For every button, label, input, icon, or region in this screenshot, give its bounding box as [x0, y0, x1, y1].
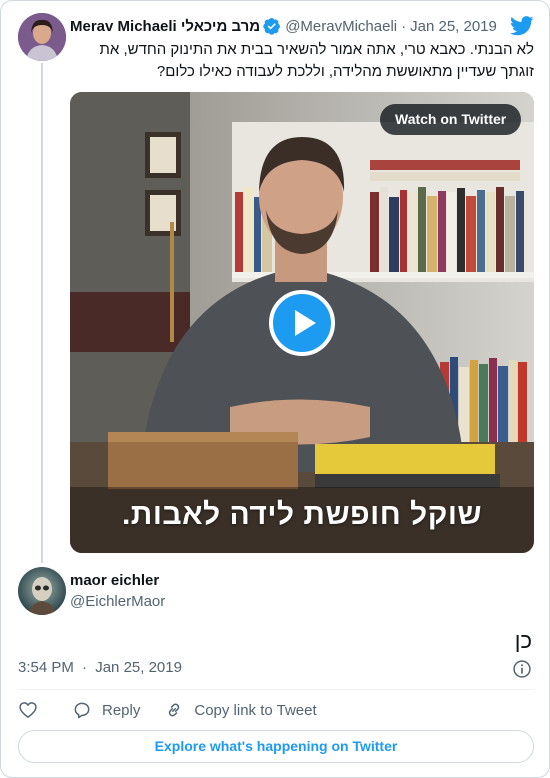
quoted-tweet-header: Merav Michaeli מרב מיכאלי @MeravMichaeli… [70, 17, 497, 35]
reply-date[interactable]: Jan 25, 2019 [95, 659, 182, 676]
video-thumbnail[interactable]: Watch on Twitter שוקל חופשת לידה לאבות. [70, 92, 534, 553]
reply-avatar-image [18, 567, 66, 615]
action-bar: Reply Copy link to Tweet [18, 698, 341, 722]
reply-label: Reply [102, 701, 141, 719]
video-caption: שוקל חופשת לידה לאבות. [121, 498, 483, 531]
watch-on-twitter-button[interactable]: Watch on Twitter [380, 104, 522, 135]
verified-badge-icon [263, 18, 281, 35]
reply-text: כן [514, 628, 532, 653]
timestamp-separator: · [82, 659, 88, 676]
reply-author-handle[interactable]: @EichlerMaor [70, 593, 165, 610]
explore-twitter-button[interactable]: Explore what's happening on Twitter [18, 730, 534, 763]
copy-link-label: Copy link to Tweet [194, 701, 317, 719]
comment-icon [74, 702, 90, 719]
reply-time[interactable]: 3:54 PM [18, 659, 74, 676]
reply-button[interactable]: Reply [72, 700, 140, 720]
tweet-embed-card: Merav Michaeli מרב מיכאלי @MeravMichaeli… [0, 0, 550, 778]
info-icon[interactable] [512, 659, 532, 679]
author-handle[interactable]: @MeravMichaeli [285, 18, 397, 35]
quoted-tweet-text: לא הבנתי. כאבא טרי, אתה אמור להשאיר בבית… [99, 41, 535, 80]
reply-author-avatar[interactable] [18, 567, 66, 615]
reply-timestamp[interactable]: 3:54 PM · Jan 25, 2019 [18, 659, 182, 676]
author-name[interactable]: Merav Michaeli מרב מיכאלי [70, 18, 260, 35]
heart-icon [19, 702, 37, 718]
divider [18, 689, 534, 690]
author-avatar-image [18, 13, 66, 61]
twitter-bird-icon[interactable] [510, 16, 534, 36]
like-button[interactable] [18, 700, 38, 720]
header-separator: · [401, 17, 407, 35]
thread-line [41, 63, 43, 563]
reply-author-name[interactable]: maor eichler [70, 572, 159, 589]
author-avatar[interactable] [18, 13, 66, 61]
tweet-date[interactable]: Jan 25, 2019 [410, 18, 497, 35]
copy-link-button[interactable]: Copy link to Tweet [164, 700, 317, 720]
link-icon [169, 703, 180, 717]
play-icon[interactable] [269, 290, 335, 356]
